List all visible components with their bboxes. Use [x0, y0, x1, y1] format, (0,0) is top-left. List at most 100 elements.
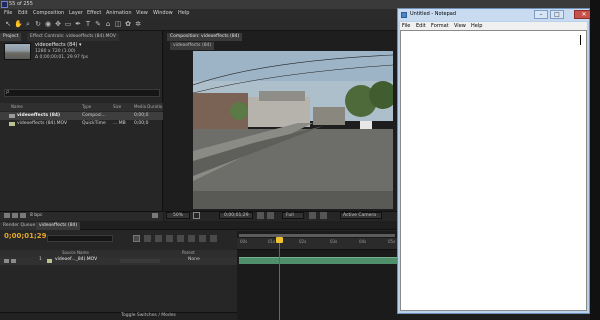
notepad-menu-edit[interactable]: Edit: [416, 24, 426, 29]
comp-breadcrumb[interactable]: videoeffects (84): [170, 42, 215, 50]
type-tool-icon[interactable]: T: [84, 20, 92, 28]
notepad-menu-view[interactable]: View: [454, 24, 466, 29]
notepad-menu-format[interactable]: Format: [431, 24, 449, 29]
interpret-footage-icon[interactable]: [4, 213, 10, 218]
row-size: ... MB: [113, 121, 126, 126]
column-header-size[interactable]: Size: [113, 105, 121, 109]
frame-blending-icon[interactable]: [166, 235, 173, 242]
layer-duration-bar[interactable]: [239, 257, 397, 264]
new-folder-icon[interactable]: [12, 213, 18, 218]
new-composition-icon[interactable]: [20, 213, 26, 218]
column-header-duration[interactable]: Media Duratio: [134, 105, 162, 109]
graph-editor-icon[interactable]: [210, 235, 217, 242]
eye-icon[interactable]: [4, 259, 9, 263]
maximize-icon[interactable]: □: [550, 10, 564, 19]
tab-timeline-comp[interactable]: videoeffects (84): [36, 222, 81, 230]
ae-app-icon: [1, 1, 8, 8]
motion-blur-icon[interactable]: [177, 235, 184, 242]
tab-composition[interactable]: Composition: videoeffects (84): [167, 33, 243, 41]
menu-edit[interactable]: Edit: [18, 11, 28, 16]
brainstorm-icon[interactable]: [188, 235, 195, 242]
tab-render-queue[interactable]: Render Queue: [0, 222, 39, 230]
zoom-tool-icon[interactable]: ⌕: [24, 20, 32, 28]
layer-switches[interactable]: [120, 259, 160, 263]
notepad-title: Untitled - Notepad: [410, 11, 457, 17]
toggle-switches-modes-button[interactable]: Toggle Switches / Modes: [121, 313, 176, 319]
composition-viewer-frame[interactable]: [193, 51, 393, 209]
column-header-parent[interactable]: Parent: [182, 251, 195, 255]
timeline-layer-row[interactable]: [0, 257, 237, 265]
column-header-type[interactable]: Type: [82, 105, 91, 109]
fit-icon[interactable]: [193, 212, 200, 219]
menu-effect[interactable]: Effect: [87, 11, 101, 16]
layer-name[interactable]: videoef..._84).MOV: [55, 257, 97, 263]
menu-layer[interactable]: Layer: [69, 11, 83, 16]
ruler-tick: 02s: [299, 239, 307, 244]
camera-tool-icon[interactable]: ◉: [44, 20, 52, 28]
composition-icon: [9, 114, 15, 118]
snapshot-icon[interactable]: [257, 212, 264, 219]
pan-behind-tool-icon[interactable]: ✥: [54, 20, 62, 28]
audio-icon[interactable]: [11, 259, 16, 263]
ruler-tick: 03s: [330, 239, 338, 244]
camera-value: Active Camera: [343, 213, 377, 218]
timeline-search-input[interactable]: [47, 235, 113, 242]
menu-window[interactable]: Window: [153, 11, 173, 16]
region-of-interest-icon[interactable]: [309, 212, 316, 219]
selection-tool-icon[interactable]: ↖: [4, 20, 12, 28]
auto-keyframe-icon[interactable]: [199, 235, 206, 242]
comp-mini-flowchart-icon[interactable]: [133, 235, 140, 242]
project-item-name[interactable]: videoeffects (84) ▾: [35, 43, 82, 48]
ruler-tick: 04s: [359, 239, 367, 244]
trash-icon[interactable]: [152, 213, 158, 218]
project-search-input[interactable]: [4, 89, 160, 97]
brush-tool-icon[interactable]: ✎: [94, 20, 102, 28]
parent-dropdown[interactable]: None: [188, 257, 200, 263]
tab-effect-controls[interactable]: Effect Controls: videoeffects (84).MOV: [27, 33, 119, 41]
menu-file[interactable]: File: [4, 11, 12, 16]
notepad-text-area[interactable]: [400, 30, 587, 311]
color-depth-button[interactable]: 8 bpc: [30, 213, 42, 219]
footage-icon: [9, 122, 15, 126]
playhead-line[interactable]: [279, 236, 280, 320]
eraser-tool-icon[interactable]: ◫: [114, 20, 122, 28]
footage-thumbnail: [4, 43, 31, 60]
timeline-current-time[interactable]: 0;00;01;29: [4, 233, 47, 240]
puppet-tool-icon[interactable]: ✲: [134, 20, 142, 28]
hide-shy-layers-icon[interactable]: [155, 235, 162, 242]
clone-stamp-tool-icon[interactable]: ⌂: [104, 20, 112, 28]
comp-timecode: 0;00;01;29: [224, 213, 249, 218]
row-duration: 0;00;0: [134, 121, 149, 126]
column-header-name[interactable]: Name: [11, 105, 23, 109]
minimize-icon[interactable]: –: [534, 10, 548, 19]
tab-project[interactable]: Project: [0, 33, 22, 41]
menu-composition[interactable]: Composition: [33, 11, 64, 16]
project-item-dimensions: 1280 x 720 (1.00): [35, 49, 76, 54]
show-channel-icon[interactable]: [267, 212, 274, 219]
playhead-handle[interactable]: [276, 237, 283, 243]
ruler-tick: 01s: [268, 239, 276, 244]
menu-animation[interactable]: Animation: [106, 11, 132, 16]
draft-3d-icon[interactable]: [144, 235, 151, 242]
menu-help[interactable]: Help: [178, 11, 189, 16]
pen-tool-icon[interactable]: ✒: [74, 20, 82, 28]
time-ruler[interactable]: [237, 238, 397, 250]
hand-tool-icon[interactable]: ✋: [14, 20, 23, 28]
timeline-footer: [0, 312, 237, 320]
transparency-grid-icon[interactable]: [320, 212, 327, 219]
rotate-tool-icon[interactable]: ↻: [34, 20, 42, 28]
row-type: QuickTime: [82, 121, 106, 126]
search-icon: ρ: [6, 89, 10, 95]
roto-brush-tool-icon[interactable]: ✿: [124, 20, 132, 28]
mask-tool-icon[interactable]: ▭: [64, 20, 72, 28]
desktop-edge: [590, 0, 600, 320]
column-header-source-name[interactable]: Source Name: [62, 251, 89, 255]
work-area-bar[interactable]: [239, 234, 395, 237]
menu-view[interactable]: View: [136, 11, 148, 16]
footage-icon: [47, 259, 52, 263]
notepad-menu-help[interactable]: Help: [471, 24, 482, 29]
street-footage-frame: [193, 51, 393, 209]
notepad-menu-file[interactable]: File: [402, 24, 410, 29]
notepad-menu-bar: [400, 22, 587, 30]
row-name: videoeffects (84): [17, 113, 61, 118]
